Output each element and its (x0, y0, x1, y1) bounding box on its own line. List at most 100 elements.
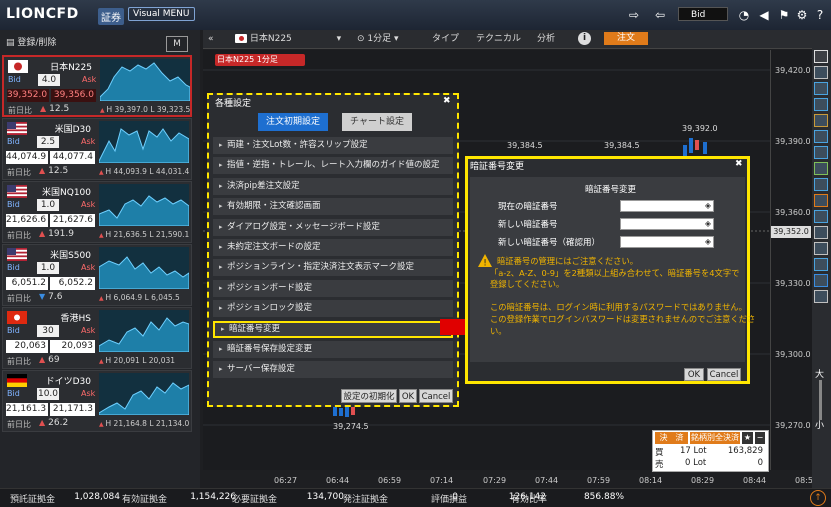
pin-cancel-button[interactable]: Cancel (707, 368, 741, 381)
status-label: 必要証拠金 (232, 495, 278, 505)
tab-order-settings[interactable]: 注文初期設定 (258, 113, 328, 131)
settings-menu-item[interactable]: ポジションロック設定 (213, 300, 453, 318)
settings-dialog-title: 各種設定 (215, 99, 252, 109)
tool-icon[interactable]: ⚑ (776, 8, 792, 22)
settle-all-button[interactable]: 銘柄別全決済 (690, 432, 740, 444)
eye-icon[interactable]: ◈ (705, 201, 711, 211)
rate-card[interactable]: 香港HS Bid Ask 30 20,063 20,093 前日比 ▲ 69 ▲ H 20,091… (2, 307, 192, 369)
visual-menu-button[interactable]: Visual MENU (128, 7, 195, 21)
zoom-slider[interactable] (819, 380, 822, 420)
settings-menu-item[interactable]: 未約定注文ボードの設定 (213, 239, 453, 256)
tab-chart-settings[interactable]: チャート設定 (342, 113, 412, 131)
vline-icon[interactable] (814, 114, 828, 127)
scroll-top-icon[interactable]: ↑ (810, 490, 826, 506)
ask-price-button[interactable]: 39,356.0 (51, 89, 96, 102)
gear-icon[interactable]: ⚙ (794, 8, 810, 22)
fibonacci-icon[interactable] (814, 146, 828, 159)
m-button[interactable]: M (166, 36, 188, 52)
collapse-panel-icon[interactable]: « (208, 31, 214, 47)
bid-price-button[interactable]: 21,626.6 (6, 214, 48, 227)
prev-day-label: 前日比 (7, 420, 31, 429)
ask-price-button[interactable]: 21,627.6 (50, 214, 95, 227)
analysis-menu[interactable]: 分析 (537, 31, 555, 47)
settings-menu-item[interactable]: サーバー保存設定 (213, 361, 453, 379)
settings-menu-item[interactable]: ポジションボード設定 (213, 279, 453, 297)
spread-value: 2.5 (37, 136, 59, 148)
settings-ok-button[interactable]: OK (399, 389, 417, 403)
ellipse-icon[interactable] (814, 210, 828, 223)
chart-type-menu[interactable]: タイプ (432, 31, 459, 47)
rate-card-name: ドイツD30 (45, 377, 91, 387)
text-icon[interactable] (814, 226, 828, 239)
confirm-pin-input[interactable]: ◈ (620, 236, 714, 248)
bid-label: Bid (7, 137, 20, 146)
status-value: 1,028,084 (74, 492, 120, 502)
channel-icon[interactable] (814, 130, 828, 143)
bid-price-button[interactable]: 44,074.9 (6, 151, 48, 164)
close-icon[interactable]: ✖ (443, 96, 451, 106)
help-icon[interactable]: ? (812, 8, 828, 22)
rate-card[interactable]: 米国D30 Bid Ask 2.5 44,074.9 44,077.4 前日比 ▲ 12.5 ▲ … (2, 118, 192, 180)
high-value: H 39,397.0 (106, 105, 148, 114)
settings-menu-item[interactable]: ダイアログ設定・メッセージボード設定 (213, 218, 453, 236)
settings-menu-item[interactable]: 指値・逆指・トレール、レート入力欄のガイド値の設定 (213, 157, 453, 175)
change-value: ▲ 191.9 (39, 229, 74, 239)
minimize-icon[interactable]: − (755, 432, 765, 444)
settle-button[interactable]: 決 済 (655, 432, 688, 444)
eye-icon[interactable]: ◈ (705, 237, 711, 247)
settings-menu-item[interactable]: 暗証番号保存設定変更 (213, 341, 453, 358)
settings-menu-item[interactable]: 有効期限・注文確認画面 (213, 198, 453, 216)
ask-price-button[interactable]: 44,077.4 (50, 151, 95, 164)
ask-price-button[interactable]: 6,052.2 (50, 277, 95, 290)
eye-icon[interactable]: ◈ (705, 219, 711, 229)
bid-price-button[interactable]: 20,063 (6, 340, 48, 353)
ask-price-button[interactable]: 20,093 (50, 340, 95, 353)
trendline-icon[interactable] (814, 82, 828, 95)
price-mode-select[interactable]: Bid (678, 7, 728, 21)
settings-menu-item[interactable]: ポジションライン・指定決済注文表示マーク設定 (213, 259, 453, 277)
new-pin-input[interactable]: ◈ (620, 218, 714, 230)
bid-price-button[interactable]: 6,051.2 (6, 277, 48, 290)
ask-price-button[interactable]: 21,171.3 (50, 403, 95, 416)
ruler-icon[interactable] (814, 258, 828, 271)
announce-icon[interactable]: ◀ (756, 8, 772, 22)
wave-icon[interactable] (814, 162, 828, 175)
lock-icon[interactable] (814, 290, 828, 303)
crosshair-icon[interactable] (814, 66, 828, 79)
rate-card[interactable]: 米国NQ100 Bid Ask 1.0 21,626.6 21,627.6 前日比 ▲ 191.… (2, 181, 192, 243)
cursor-icon[interactable] (814, 50, 828, 63)
settings-menu-item[interactable]: 暗証番号変更 (213, 320, 453, 338)
settings-menu-item[interactable]: 両建・注文Lot数・許容スリップ設定 (213, 137, 453, 154)
pin-ok-button[interactable]: OK (684, 368, 704, 381)
sparkline-chart (98, 373, 190, 416)
chart-symbol-label: 日本N225 (249, 34, 292, 44)
hline-icon[interactable] (814, 98, 828, 111)
brand-logo: LIONCFD (6, 6, 79, 22)
pitchfork-icon[interactable] (814, 178, 828, 191)
settings-cancel-button[interactable]: Cancel (419, 389, 453, 403)
close-icon[interactable]: ✖ (735, 159, 743, 169)
eraser-icon[interactable] (814, 274, 828, 287)
bid-price-button[interactable]: 21,161.3 (6, 403, 48, 416)
ask-label: Ask (82, 75, 97, 84)
export-icon[interactable]: ⇨ (626, 8, 642, 22)
arrow-up-icon: ▲ (39, 418, 46, 427)
rate-card[interactable]: 米国S500 Bid Ask 1.0 6,051.2 6,052.2 前日比 ▼ 7.6 ▲ H … (2, 244, 192, 306)
settings-menu-item[interactable]: 決済pip差注文設定 (213, 177, 453, 195)
chart-symbol-select[interactable]: 日本N225 ▾ (235, 31, 341, 47)
rate-card[interactable]: ドイツD30 Bid Ask 10.0 21,161.3 21,171.3 前日比 ▲ 26.2… (2, 370, 192, 432)
rect-icon[interactable] (814, 194, 828, 207)
info-icon[interactable]: i (578, 32, 591, 45)
import-icon[interactable]: ⇦ (652, 8, 668, 22)
star-icon[interactable]: ★ (742, 432, 753, 444)
arrow-tool-icon[interactable] (814, 242, 828, 255)
reset-settings-button[interactable]: 設定の初期化 (341, 389, 397, 403)
timeframe-select[interactable]: ⊙ 1分足 ▾ (357, 31, 399, 47)
register-delete-button[interactable]: ▤ 登録/削除 (6, 35, 56, 48)
technical-menu[interactable]: テクニカル (476, 31, 521, 47)
bid-price-button[interactable]: 39,352.0 (7, 89, 49, 102)
current-pin-input[interactable]: ◈ (620, 200, 714, 212)
order-button[interactable]: 注文 (604, 32, 648, 45)
clock-icon[interactable]: ◔ (736, 8, 752, 22)
rate-card[interactable]: 日本N225 Bid Ask 4.0 39,352.0 39,356.0 前日比 ▲ 12.5 ▲… (2, 55, 192, 117)
